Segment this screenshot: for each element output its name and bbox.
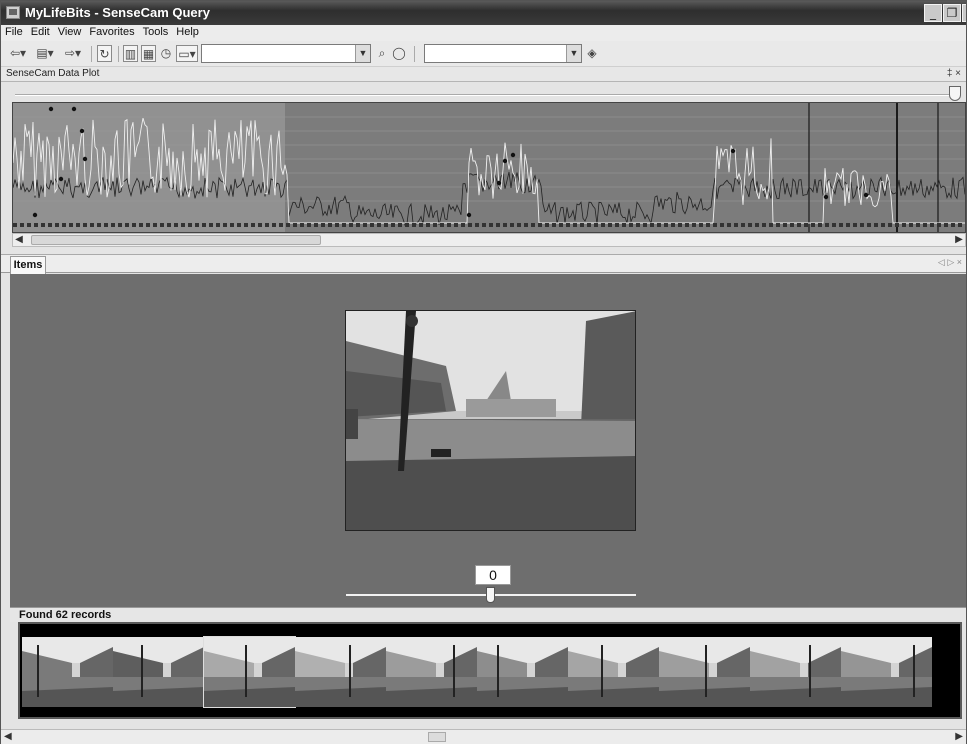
go-icon[interactable]: ◈ <box>585 45 599 62</box>
thumbnail-item[interactable] <box>203 636 296 708</box>
sensor-event-dot <box>496 180 502 186</box>
sensor-event-dot <box>82 156 88 162</box>
thumbnail-image <box>204 637 295 707</box>
image-scrub-slider-thumb[interactable] <box>486 587 495 603</box>
plot-panel-title: SenseCam Data Plot <box>6 68 100 79</box>
thumbnail-item[interactable] <box>659 637 750 707</box>
thumbnail-item[interactable] <box>750 637 841 707</box>
time-range-slider[interactable] <box>15 94 960 96</box>
menu-tools[interactable]: Tools <box>139 25 173 38</box>
thumbnail-image <box>113 637 204 707</box>
scroll-right-icon[interactable]: ▶ <box>955 731 963 742</box>
sensor-event-dot <box>71 106 77 112</box>
sensor-event-dot <box>510 152 516 158</box>
view-grid-icon[interactable]: ▥ <box>123 45 138 62</box>
results-header: Found 62 records <box>10 607 966 622</box>
refresh-icon[interactable]: ↻ <box>97 45 112 62</box>
thumbnail-image <box>841 637 932 707</box>
toolbar: ⇦▾ ▤▾ ⇨▾ ↻ ▥ ▦ ◷ ▭▾ ▼ ⌕ ◯ ▼ ◈ <box>1 41 966 67</box>
menu-view[interactable]: View <box>54 25 86 38</box>
sensor-data-plot[interactable] <box>12 102 966 233</box>
window-title: MyLifeBits - SenseCam Query <box>25 5 210 20</box>
search-icon[interactable]: ⌕ <box>375 45 389 62</box>
thumbnail-image <box>386 637 477 707</box>
horizontal-scrollbar-thumb[interactable] <box>428 732 446 742</box>
folder-icon[interactable]: ▤▾ <box>33 45 57 62</box>
time-range-slider-thumb[interactable] <box>949 86 961 101</box>
thumbnail-list <box>22 636 960 708</box>
image-viewer: 0 <box>10 274 966 607</box>
forward-icon[interactable]: ⇨▾ <box>61 45 85 62</box>
sensor-event-dot <box>823 194 829 200</box>
thumbnail-item[interactable] <box>386 637 477 707</box>
plot-scrollbar[interactable]: ◀ ▶ <box>12 233 966 247</box>
app-window: MyLifeBits - SenseCam Query _ ❐ File Edit… <box>0 0 967 744</box>
menu-favorites[interactable]: Favorites <box>85 25 138 38</box>
tab-items[interactable]: Items <box>10 256 46 274</box>
plot-scrollbar-thumb[interactable] <box>31 235 321 245</box>
thumbnail-item[interactable] <box>568 637 659 707</box>
horizontal-scrollbar[interactable]: ◀ ▶ <box>1 729 966 744</box>
scroll-left-icon[interactable]: ◀ <box>4 731 12 742</box>
sensor-event-dot <box>502 158 508 164</box>
pin-icon[interactable]: ‡ × <box>947 68 961 79</box>
menu-help[interactable]: Help <box>172 25 203 38</box>
search-combo[interactable]: ▼ <box>424 44 582 63</box>
minimize-button[interactable]: _ <box>924 4 942 22</box>
thumbnail-image <box>659 637 750 707</box>
thumbnail-image <box>750 637 841 707</box>
scroll-right-icon[interactable]: ▶ <box>953 234 965 246</box>
thumbnail-filmstrip <box>18 622 962 719</box>
view-list-icon[interactable]: ▦ <box>141 45 156 62</box>
image-index-value: 0 <box>475 565 511 585</box>
sensor-plot-graphic <box>13 103 965 232</box>
thumbnail-image <box>295 637 386 707</box>
clock-icon[interactable]: ◷ <box>158 45 174 62</box>
sensor-event-dot <box>58 176 64 182</box>
thumbnail-image <box>477 637 568 707</box>
thumbnail-image <box>568 637 659 707</box>
courtyard-photo-image <box>346 311 635 530</box>
thumbnail-item[interactable] <box>113 637 204 707</box>
items-panel-header: Items ◁ ▷ × <box>1 254 966 274</box>
menu-bar: File Edit View Favorites Tools Help <box>1 25 966 41</box>
record-count-label: Found 62 records <box>19 609 112 621</box>
thumbnail-item[interactable] <box>295 637 386 707</box>
view-options-icon[interactable]: ▭▾ <box>176 45 198 62</box>
selected-photo[interactable] <box>345 310 636 531</box>
thumbnail-image <box>22 637 113 707</box>
back-icon[interactable]: ⇦▾ <box>7 45 29 62</box>
restore-button[interactable]: ❐ <box>943 4 961 22</box>
sensor-event-dot <box>730 148 736 154</box>
close-button[interactable] <box>962 4 966 22</box>
sensor-event-dot <box>48 106 54 112</box>
menu-edit[interactable]: Edit <box>27 25 54 38</box>
scroll-left-icon[interactable]: ◀ <box>13 234 25 246</box>
thumbnail-item[interactable] <box>22 637 113 707</box>
sensor-event-dot <box>466 212 472 218</box>
menu-file[interactable]: File <box>1 25 27 38</box>
sensor-event-dot <box>32 212 38 218</box>
app-icon <box>6 6 20 19</box>
address-combo[interactable]: ▼ <box>201 44 371 63</box>
chevron-down-icon[interactable]: ▼ <box>355 45 370 62</box>
sensor-event-dot <box>863 192 869 198</box>
title-bar: MyLifeBits - SenseCam Query _ ❐ <box>1 1 966 25</box>
sensor-event-dot <box>79 128 85 134</box>
thumbnail-item[interactable] <box>841 637 932 707</box>
search-clear-icon[interactable]: ◯ <box>392 45 406 62</box>
panel-nav-icons[interactable]: ◁ ▷ × <box>938 257 962 268</box>
plot-panel-header: SenseCam Data Plot ‡ × <box>1 67 966 82</box>
thumbnail-item[interactable] <box>477 637 568 707</box>
chevron-down-icon[interactable]: ▼ <box>566 45 581 62</box>
